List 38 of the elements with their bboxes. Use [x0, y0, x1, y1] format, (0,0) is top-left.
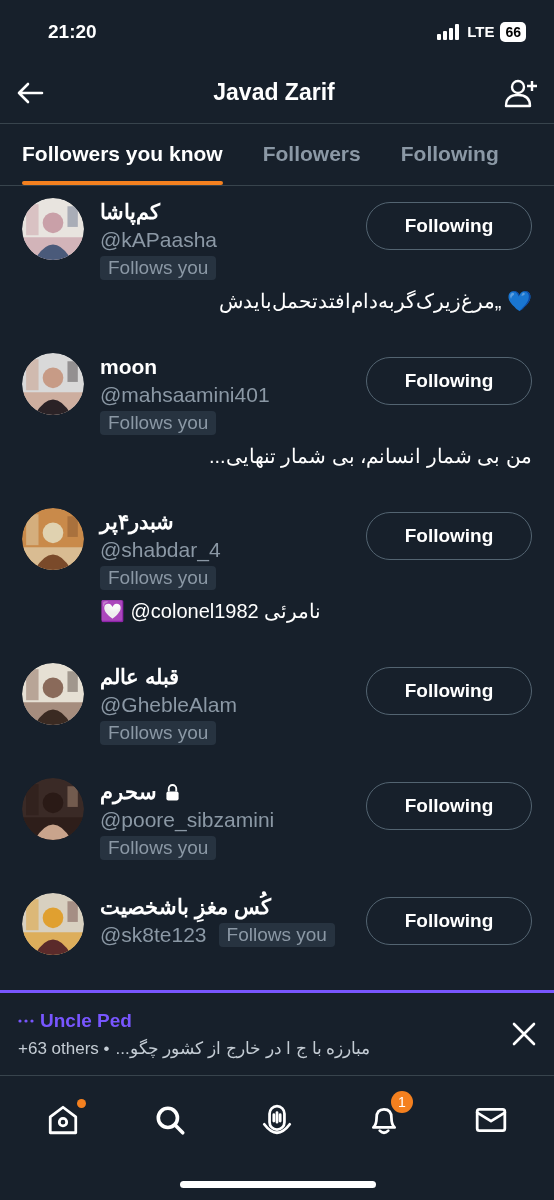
user-handle: @kAPaasha	[100, 227, 218, 253]
user-handle: @GhebleAlam	[100, 692, 237, 718]
user-handle: @mahsaamini401	[100, 382, 270, 408]
tab[interactable]: Following	[400, 137, 499, 185]
user-bio: 💙 „مرغ‌زیرک‌گربه‌دام‌افتدتحمل‌بایدش	[217, 289, 532, 315]
user-name[interactable]: قبله عالم	[100, 663, 179, 691]
space-host[interactable]: Uncle Ped	[40, 1007, 132, 1036]
tab[interactable]: Followers you know	[22, 137, 223, 185]
page-title: Javad Zarif	[213, 78, 335, 108]
user-handle: @shabdar_4	[100, 537, 221, 564]
space-title: مبارزه با ج ا در خارج از کشور چگو...	[115, 1037, 371, 1061]
user-handle: @poore_sibzamini	[100, 807, 275, 834]
battery-level: 66	[500, 22, 526, 42]
dots-icon	[18, 1019, 34, 1024]
user-handle: @sk8te123	[100, 922, 207, 948]
listener-count: +63 others •	[18, 1037, 110, 1060]
notification-badge: 1	[390, 1091, 413, 1113]
network-label: LTE	[467, 21, 495, 42]
tab[interactable]: Followers	[262, 137, 361, 185]
user-name[interactable]: سحرم	[100, 778, 157, 806]
follows-you-label: Follows you	[100, 411, 217, 435]
follows-you-label: Follows you	[100, 836, 217, 860]
follows-you-label: Follows you	[218, 923, 335, 947]
user-name[interactable]: moon	[100, 353, 158, 381]
user-bio: 💟 @colonel1982 نامرئی	[100, 599, 323, 625]
user-name[interactable]: کُس مغزِ باشخصیت	[100, 893, 271, 921]
close-icon[interactable]	[512, 1022, 536, 1046]
status-time: 21:20	[48, 19, 97, 44]
microphone-icon[interactable]	[260, 1103, 294, 1137]
follows-you-label: Follows you	[100, 566, 217, 590]
user-bio: من بی شمار انسانم، بی شمار تنهایی...	[208, 444, 532, 470]
signal-icon	[437, 24, 462, 40]
follows-you-label: Follows you	[100, 256, 217, 280]
add-user-icon[interactable]	[504, 77, 538, 108]
user-name[interactable]: کم‌پاشا	[100, 198, 160, 226]
follows-you-label: Follows you	[100, 721, 217, 745]
user-name[interactable]: شبدر۴پر	[100, 508, 174, 536]
back-arrow-icon[interactable]	[16, 80, 44, 105]
